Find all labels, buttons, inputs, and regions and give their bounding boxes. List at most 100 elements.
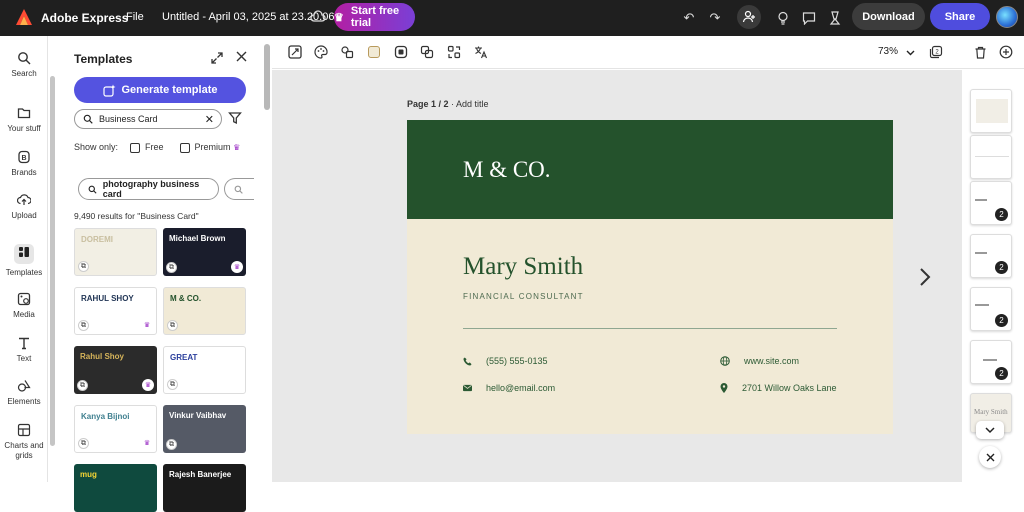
- layers-icon[interactable]: [420, 45, 434, 59]
- shapes-icon[interactable]: [340, 45, 354, 59]
- panel-scrollbar[interactable]: [264, 44, 270, 110]
- user-avatar[interactable]: [996, 6, 1018, 28]
- template-thumbnail-title: Rajesh Banerjee: [169, 470, 232, 479]
- rail-label: Brands: [11, 168, 37, 177]
- rail-item-elements[interactable]: Elements: [0, 379, 48, 406]
- trash-icon[interactable]: [974, 46, 987, 59]
- download-button[interactable]: Download: [852, 3, 925, 30]
- website-text: www.site.com: [744, 356, 800, 366]
- template-badge-icon: ⧉: [78, 320, 89, 331]
- rail-item-text[interactable]: Text: [0, 336, 48, 363]
- close-icon[interactable]: [236, 51, 247, 62]
- globe-icon: [720, 356, 730, 366]
- template-thumbnail[interactable]: Kanya Bijnoi ⧉ ♛: [74, 405, 157, 453]
- scroll-pages-down-button[interactable]: [976, 421, 1004, 439]
- card-name[interactable]: Mary Smith: [463, 253, 583, 281]
- next-page-arrow[interactable]: [918, 266, 932, 288]
- pages-icon[interactable]: 2: [929, 45, 943, 59]
- template-thumbnail-title: mug: [80, 470, 97, 479]
- rail-label: Your stuff: [7, 124, 41, 133]
- show-only-label: Show only:: [74, 142, 119, 153]
- premium-label: Premium: [194, 142, 231, 152]
- app-title[interactable]: Adobe Express: [41, 11, 128, 25]
- template-thumbnail-title: GREAT: [170, 353, 198, 362]
- rail-item-charts-and-grids[interactable]: Charts and grids: [0, 423, 48, 461]
- redo-icon[interactable]: ↷: [706, 9, 724, 27]
- card-phone[interactable]: (555) 555-0135: [463, 356, 548, 366]
- filter-icon[interactable]: [228, 111, 242, 125]
- template-search-input[interactable]: Business Card ✕: [74, 109, 222, 129]
- template-thumbnail[interactable]: RAHUL SHOY ⧉ ♛: [74, 287, 157, 335]
- invite-button[interactable]: [737, 5, 761, 29]
- translate-icon[interactable]: [474, 45, 488, 59]
- template-thumbnail[interactable]: Rajesh Banerjee: [163, 464, 246, 512]
- card-logo-text[interactable]: M & CO.: [463, 157, 551, 183]
- page-thumbnail[interactable]: 2: [970, 181, 1012, 225]
- rail-item-search[interactable]: Search: [0, 51, 48, 78]
- svg-text:2: 2: [935, 50, 939, 56]
- adobe-express-logo[interactable]: [15, 8, 33, 26]
- document-title[interactable]: Untitled - April 03, 2025 at 23.20.06: [162, 11, 334, 23]
- card-role[interactable]: FINANCIAL CONSULTANT: [463, 292, 584, 301]
- premium-checkbox-box[interactable]: [179, 142, 190, 153]
- template-thumbnail[interactable]: DOREMI ⧉: [74, 228, 157, 276]
- comment-icon[interactable]: [800, 9, 818, 27]
- elements-icon: [17, 380, 31, 392]
- card-divider[interactable]: [463, 328, 837, 329]
- page-thumbnail[interactable]: 2: [970, 340, 1012, 384]
- suggestion-chip[interactable]: photography business card: [78, 178, 219, 200]
- page-thumbnail[interactable]: [970, 135, 1012, 179]
- cloud-sync-icon[interactable]: [310, 9, 326, 25]
- template-thumbnail[interactable]: GREAT ⧉: [163, 346, 246, 394]
- style-brush-icon[interactable]: [826, 9, 844, 27]
- free-checkbox-box[interactable]: [130, 142, 141, 153]
- page-thumbnail[interactable]: 2: [970, 234, 1012, 278]
- page-count-badge: 2: [995, 208, 1008, 221]
- lightbulb-icon[interactable]: [774, 9, 792, 27]
- start-free-trial-button[interactable]: ♛ Start free trial: [334, 3, 415, 31]
- clear-search-icon[interactable]: ✕: [205, 113, 214, 126]
- rail-item-brands[interactable]: B Brands: [0, 150, 48, 177]
- business-card[interactable]: M & CO. Mary Smith FINANCIAL CONSULTANT …: [407, 120, 893, 434]
- page-count-badge: 2: [995, 367, 1008, 380]
- grid-arrange-icon[interactable]: [447, 45, 461, 59]
- thumb-text: Mary Smith: [974, 408, 1008, 416]
- add-title-link[interactable]: Add title: [456, 99, 489, 109]
- thumb-preview: [976, 99, 1008, 123]
- rail-item-templates[interactable]: Templates: [0, 244, 48, 277]
- undo-icon[interactable]: ↶: [680, 9, 698, 27]
- expand-icon[interactable]: [211, 52, 223, 64]
- template-thumbnail[interactable]: Michael Brown ⧉ ♛: [163, 228, 246, 276]
- rail-scrollbar[interactable]: [50, 76, 55, 446]
- generate-template-button[interactable]: Generate template: [74, 77, 246, 103]
- background-color-swatch[interactable]: [368, 46, 380, 58]
- template-thumbnail[interactable]: Rahul Shoy ⧉ ♛: [74, 346, 157, 394]
- template-thumbnail[interactable]: Vinkur Vaibhav ⧉: [163, 405, 246, 453]
- card-email[interactable]: hello@email.com: [463, 383, 555, 393]
- close-pages-button[interactable]: [979, 446, 1001, 468]
- template-thumbnail[interactable]: mug: [74, 464, 157, 512]
- palette-icon[interactable]: [314, 45, 328, 59]
- rail-item-media[interactable]: Media: [0, 292, 48, 319]
- zoom-level[interactable]: 73%: [878, 46, 898, 57]
- resize-icon[interactable]: [288, 45, 302, 59]
- suggestion-chip-partial[interactable]: [224, 178, 254, 200]
- page-indicator[interactable]: Page 1 / 2 · Add title: [407, 99, 489, 109]
- share-button[interactable]: Share: [930, 3, 990, 30]
- premium-checkbox[interactable]: Premium ♛: [179, 142, 240, 153]
- rail-item-upload[interactable]: Upload: [0, 193, 48, 220]
- rail-item-your-stuff[interactable]: Your stuff: [0, 106, 48, 133]
- file-menu[interactable]: File: [126, 11, 144, 23]
- text-icon: [19, 337, 29, 350]
- page-thumbnail[interactable]: 2: [970, 287, 1012, 331]
- page-thumbnail[interactable]: [970, 89, 1012, 133]
- animate-icon[interactable]: [394, 45, 408, 59]
- generate-label: Generate template: [121, 84, 218, 96]
- card-website[interactable]: www.site.com: [720, 356, 799, 366]
- add-page-icon[interactable]: [999, 45, 1013, 59]
- rail-label: Elements: [7, 397, 41, 406]
- card-address[interactable]: 2701 Willow Oaks Lane: [720, 383, 837, 393]
- chevron-down-icon[interactable]: [906, 48, 915, 57]
- free-checkbox[interactable]: Free: [130, 142, 164, 153]
- template-thumbnail[interactable]: M & CO. ⧉: [163, 287, 246, 335]
